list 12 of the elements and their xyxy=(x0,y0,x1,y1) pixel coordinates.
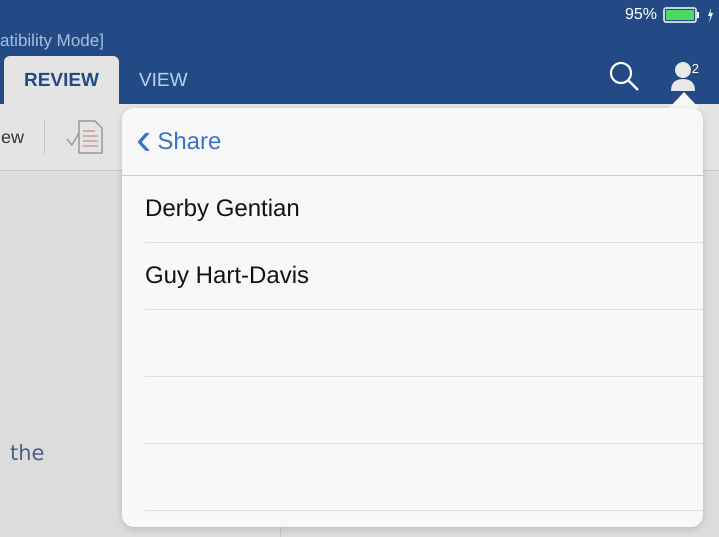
battery-percent: 95% xyxy=(624,6,657,24)
person-name[interactable]: Derby Gentian xyxy=(145,191,300,227)
search-icon[interactable] xyxy=(608,60,640,92)
share-count: 2 xyxy=(692,60,699,76)
document-title: atibility Mode] xyxy=(0,30,105,52)
ribbon-tab[interactable]: REVIEW xyxy=(4,56,119,104)
ribbon-tab[interactable]: VIEW xyxy=(118,56,208,104)
back-button[interactable]: ‹Share xyxy=(132,126,226,158)
toolbar-label[interactable]: ew xyxy=(1,126,24,148)
document-check-icon[interactable] xyxy=(65,119,106,155)
document-text: the xyxy=(10,441,44,465)
person-name[interactable]: Guy Hart-Davis xyxy=(145,258,310,294)
